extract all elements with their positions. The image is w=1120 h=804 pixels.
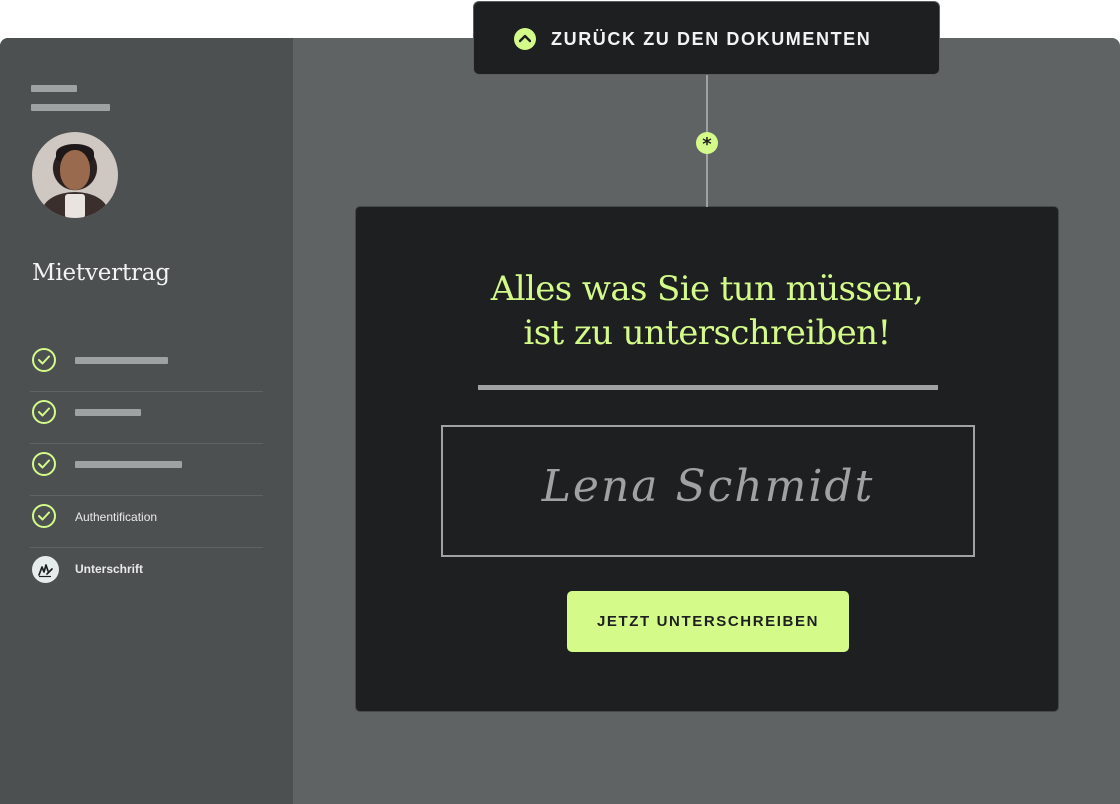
headline-line-1: Alles was Sie tun müssen, [490, 269, 924, 309]
avatar-collar [65, 194, 85, 218]
step-item-3[interactable] [30, 444, 263, 496]
document-title: Mietvertrag [32, 260, 170, 286]
asterisk-marker-icon: * [696, 132, 718, 155]
step-item-authentification[interactable]: Authentification [30, 496, 263, 548]
signature-text: Lena Schmidt [541, 461, 875, 512]
step-item-2[interactable] [30, 392, 263, 444]
menu-icon[interactable] [31, 85, 111, 111]
back-to-documents-button[interactable]: ZURÜCK ZU DEN DOKUMENTEN [473, 1, 940, 75]
headline-line-2: ist zu unterschreiben! [523, 313, 891, 353]
check-circle-icon [32, 504, 56, 528]
step-item-unterschrift[interactable]: Unterschrift [30, 548, 263, 599]
back-to-documents-label: ZURÜCK ZU DEN DOKUMENTEN [551, 29, 872, 49]
avatar-face [60, 150, 90, 190]
step-item-1[interactable] [30, 340, 263, 392]
menu-bar [31, 104, 110, 111]
signature-card: Alles was Sie tun müssen, ist zu untersc… [355, 206, 1059, 712]
step-label-placeholder [75, 357, 168, 364]
check-circle-icon [32, 348, 56, 372]
sign-now-button[interactable]: JETZT UNTERSCHREIBEN [567, 591, 849, 652]
step-list: Authentification Unterschrift [30, 340, 263, 599]
avatar [32, 132, 118, 218]
signature-field[interactable]: Lena Schmidt [441, 425, 975, 557]
menu-bar [31, 85, 77, 92]
step-label: Authentification [75, 510, 158, 524]
divider [478, 385, 938, 390]
step-label-placeholder [75, 409, 141, 416]
signature-pen-icon [32, 556, 59, 583]
step-label-placeholder [75, 461, 182, 468]
check-circle-icon [32, 400, 56, 424]
chevron-up-icon [514, 28, 536, 50]
step-label: Unterschrift [75, 562, 144, 576]
check-circle-icon [32, 452, 56, 476]
sidebar: Mietvertrag Authentification Unterschrif… [0, 38, 293, 804]
